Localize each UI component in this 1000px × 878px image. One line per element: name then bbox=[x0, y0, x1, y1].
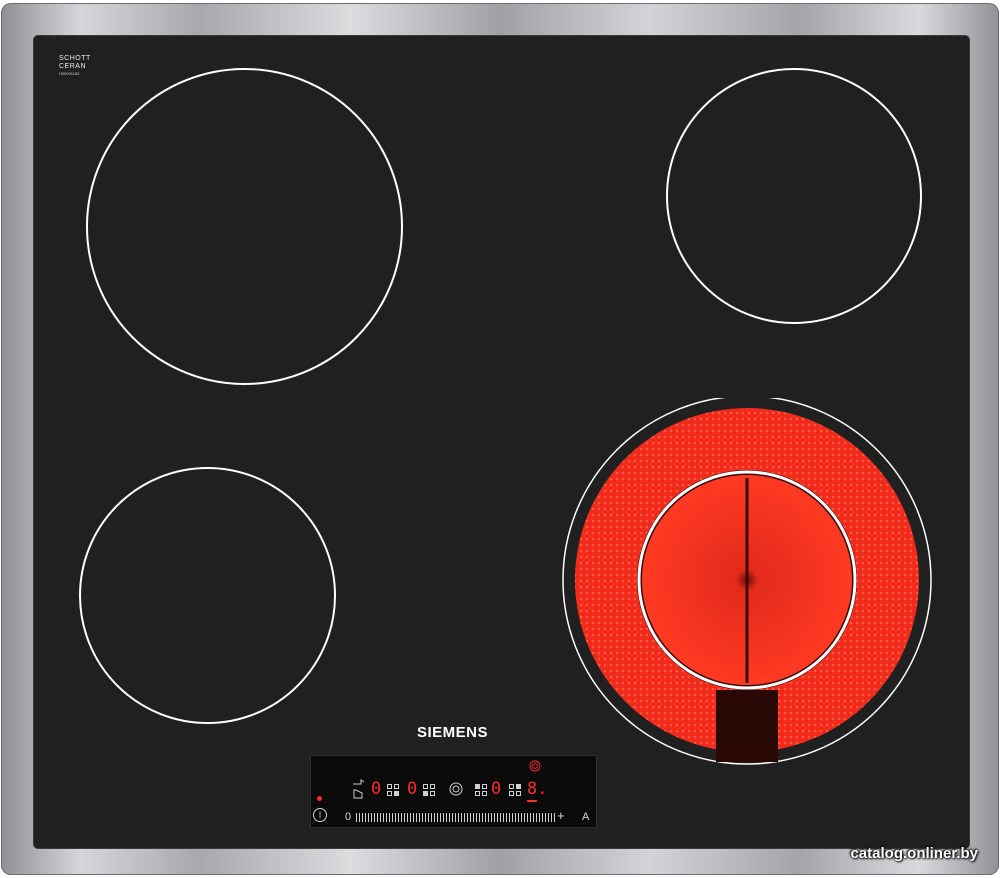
display-zone-2: 0 bbox=[407, 779, 418, 799]
power-indicator-led bbox=[317, 796, 322, 801]
schott-ceran-logo: SCHOTT CERAN H00001183 bbox=[59, 55, 103, 81]
display-zone-4: 8. bbox=[527, 779, 548, 799]
auto-button[interactable]: A bbox=[582, 811, 589, 823]
logo-line-2: CERAN bbox=[59, 63, 87, 70]
power-level-slider[interactable] bbox=[356, 813, 556, 822]
power-symbol: I bbox=[318, 810, 322, 820]
brand-logo: SIEMENS bbox=[416, 724, 488, 741]
zone-select-icon[interactable] bbox=[387, 784, 399, 796]
logo-line-1: SCHOTT bbox=[59, 55, 91, 62]
child-lock-icon[interactable] bbox=[351, 778, 367, 802]
glass-code: H00001183 bbox=[59, 71, 80, 76]
active-zone-underline bbox=[527, 800, 537, 802]
dual-zone-icon[interactable] bbox=[529, 760, 541, 772]
watermark: catalog.onliner.by bbox=[850, 845, 978, 862]
zone-rear-right-small bbox=[666, 68, 922, 324]
zone-select-icon[interactable] bbox=[423, 784, 435, 796]
display-zone-3: 0 bbox=[491, 779, 502, 799]
control-panel: 0 0 0 8. I 0 + A bbox=[310, 755, 597, 828]
zone-rear-left-small bbox=[79, 467, 336, 724]
slider-plus-label[interactable]: + bbox=[557, 809, 565, 822]
zone-front-right-dual-hot bbox=[562, 398, 932, 765]
display-zone-1: 0 bbox=[371, 779, 382, 799]
zone-front-left-large bbox=[86, 68, 403, 385]
zone-select-icon[interactable] bbox=[509, 784, 521, 796]
terminal-block bbox=[716, 690, 778, 762]
zone-select-icon[interactable] bbox=[475, 784, 487, 796]
slider-min-label: 0 bbox=[345, 811, 352, 823]
power-button[interactable]: I bbox=[313, 808, 327, 822]
zone-extension-icon[interactable] bbox=[449, 782, 463, 796]
